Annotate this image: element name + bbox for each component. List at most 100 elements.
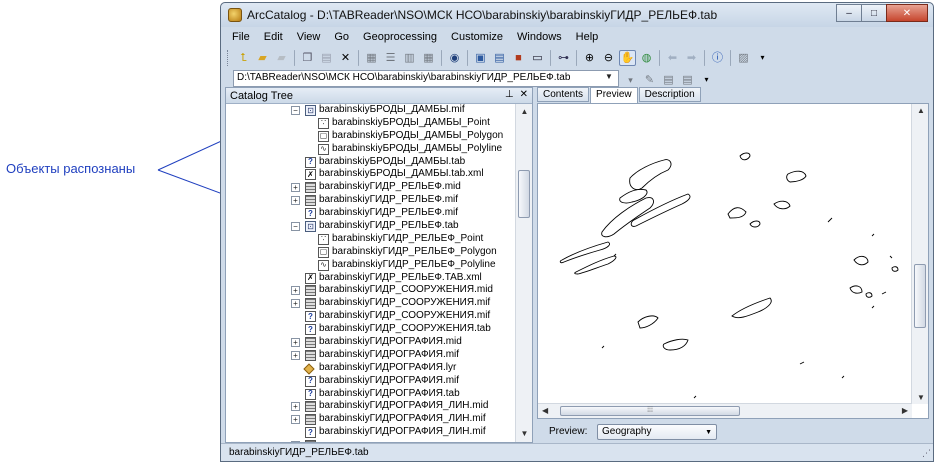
full-extent-icon[interactable]: ◍ [638, 50, 655, 66]
preview-horizontal-scrollbar[interactable]: ◀ ⁞⁞⁞ ▶ [538, 403, 912, 418]
expand-icon[interactable]: + [291, 183, 300, 193]
preview-vertical-scrollbar[interactable]: ▲ ▼ [911, 104, 928, 404]
expand-icon[interactable]: + [291, 350, 300, 360]
forward-icon[interactable]: ➡ [683, 50, 700, 66]
thumbnails-icon[interactable]: ▦ [420, 50, 437, 66]
tree-item[interactable]: ∿ barabinskiyГИДР_РЕЛЬЕФ_Polyline [226, 259, 516, 272]
tree-item[interactable]: barabinskiyГИДРОГРАФИЯ.lyr [226, 362, 516, 375]
menu-edit[interactable]: Edit [257, 31, 290, 43]
close-pane-icon[interactable]: ✕ [520, 89, 528, 100]
zoom-out-icon[interactable]: ⊖ [600, 50, 617, 66]
search-window-icon[interactable]: ▤ [491, 50, 508, 66]
tree-item[interactable]: ∿ barabinskiyБРОДЫ_ДАМБЫ_Polyline [226, 143, 516, 156]
auto-hide-pin-icon[interactable]: ⊥ [505, 89, 514, 100]
preview-mode-select[interactable]: Geography ▼ [597, 424, 717, 440]
tree-item[interactable]: ✗ barabinskiyГИДР_РЕЛЬЕФ.TAB.xml [226, 272, 516, 285]
maximize-button[interactable]: □ [861, 4, 887, 22]
large-icons-icon[interactable]: ▦ [363, 50, 380, 66]
list-icon[interactable]: ☰ [382, 50, 399, 66]
expand-icon[interactable]: + [291, 415, 300, 425]
tree-item[interactable]: ? barabinskiyБРОДЫ_ДАМБЫ.tab [226, 156, 516, 169]
tree-item[interactable]: ✗ barabinskiyБРОДЫ_ДАМБЫ.tab.xml [226, 168, 516, 181]
tab-description[interactable]: Description [638, 87, 701, 102]
catalog-tree-vertical-scrollbar[interactable]: ▲ ▼ [515, 104, 532, 442]
details-icon[interactable]: ▥ [401, 50, 418, 66]
zoom-in-icon[interactable]: ⊕ [581, 50, 598, 66]
toolbar-grip[interactable] [227, 50, 230, 66]
launch-arcmap-icon[interactable]: ◉ [446, 50, 463, 66]
geography-toolbar-icon[interactable]: ▾ [622, 72, 639, 88]
resize-grip-icon[interactable]: ⋰ [922, 448, 931, 459]
tree-item[interactable]: + barabinskiyГИДР_СООРУЖЕНИЯ.mid [226, 284, 516, 297]
menu-geoprocessing[interactable]: Geoprocessing [356, 31, 444, 43]
expand-icon[interactable]: + [291, 441, 300, 442]
menu-file[interactable]: File [225, 31, 257, 43]
menu-view[interactable]: View [290, 31, 328, 43]
scroll-up-icon[interactable]: ▲ [516, 104, 533, 120]
menu-go[interactable]: Go [327, 31, 356, 43]
tree-item[interactable]: ? barabinskiyГИДР_РЕЛЬЕФ.mif [226, 207, 516, 220]
back-icon[interactable]: ⬅ [664, 50, 681, 66]
expand-icon[interactable]: + [291, 299, 300, 309]
metadata-import-icon[interactable]: ▤ [660, 72, 677, 88]
close-button[interactable]: ✕ [886, 4, 928, 22]
scroll-right-icon[interactable]: ▶ [902, 406, 908, 415]
scroll-thumb[interactable]: ⁞⁞⁞ [560, 406, 740, 416]
tree-item[interactable]: ? barabinskiyГИДРОГРАФИЯ.tab [226, 388, 516, 401]
tree-item[interactable]: − ⊡ barabinskiyГИДР_РЕЛЬЕФ.tab [226, 220, 516, 233]
location-dropdown-icon[interactable]: ▼ [605, 72, 613, 81]
catalog-window-icon[interactable]: ▣ [472, 50, 489, 66]
expand-icon[interactable]: + [291, 196, 300, 206]
connect-folder-icon[interactable]: ▰ [254, 50, 271, 66]
metadata-toolbar-options-icon[interactable]: ▾ [698, 72, 715, 88]
tree-item[interactable]: + barabinskiyГИДР_РЕЛЬЕФ.mid [226, 181, 516, 194]
menu-customize[interactable]: Customize [444, 31, 510, 43]
tree-item[interactable]: ? barabinskiyГИДРОГРАФИЯ.mif [226, 375, 516, 388]
model-builder-icon[interactable]: ⊶ [555, 50, 572, 66]
tree-item[interactable]: + barabinskiyГИДРОГРАФИЯ_ЛИН.mif [226, 413, 516, 426]
toolbar-options-icon[interactable]: ▾ [754, 50, 771, 66]
python-window-icon[interactable]: ▭ [529, 50, 546, 66]
scroll-down-icon[interactable]: ▼ [917, 393, 925, 402]
up-one-level-icon[interactable]: ⮤ [235, 50, 252, 66]
create-thumbnail-icon[interactable]: ▨ [735, 50, 752, 66]
copy-icon[interactable]: ❐ [299, 50, 316, 66]
tree-item[interactable]: ? barabinskiyГИДР_СООРУЖЕНИЯ.tab [226, 323, 516, 336]
expand-icon[interactable]: + [291, 402, 300, 412]
pan-icon[interactable]: ✋ [619, 50, 636, 66]
identify-icon[interactable]: ⓘ [709, 50, 726, 66]
tree-item[interactable]: + barabinskiyГИДРОГРАФИЯ.mid [226, 336, 516, 349]
menu-windows[interactable]: Windows [510, 31, 569, 43]
collapse-icon[interactable]: − [291, 222, 300, 232]
scroll-thumb[interactable] [914, 264, 926, 328]
geography-preview-map[interactable] [542, 108, 904, 404]
expand-icon[interactable]: + [291, 286, 300, 296]
tab-preview[interactable]: Preview [590, 87, 638, 104]
expand-icon[interactable]: + [291, 338, 300, 348]
delete-icon[interactable]: ✕ [337, 50, 354, 66]
tree-item[interactable]: ? barabinskiyГИДР_СООРУЖЕНИЯ.mif [226, 310, 516, 323]
location-field[interactable]: D:\TABReader\NSO\МСК НСО\barabinskiy\bar… [233, 70, 619, 87]
tree-item[interactable]: ∵ barabinskiyБРОДЫ_ДАМБЫ_Point [226, 117, 516, 130]
metadata-export-icon[interactable]: ▤ [679, 72, 696, 88]
paste-icon[interactable]: ▤ [318, 50, 335, 66]
preview-area[interactable]: ▲ ▼ ◀ ⁞⁞⁞ ▶ [537, 103, 929, 419]
collapse-icon[interactable]: − [291, 106, 300, 115]
tree-item[interactable]: ∵ barabinskiyГИДР_РЕЛЬЕФ_Point [226, 233, 516, 246]
minimize-button[interactable]: ‒ [836, 4, 862, 22]
tree-item[interactable]: + barabinskiyГИДР_РЕЛЬЕФ.mif [226, 194, 516, 207]
metadata-edit-icon[interactable]: ✎ [641, 72, 658, 88]
title-bar[interactable]: ArcCatalog - D:\TABReader\NSO\МСК НСО\ba… [221, 3, 933, 27]
tree-item[interactable]: + barabinskiyГИДР_СООРУЖЕНИЯ.mif [226, 297, 516, 310]
tree-item[interactable]: + barabinskiyГИДРОГРАФИЯ_ЛИН.mid [226, 400, 516, 413]
arctoolbox-icon[interactable]: ■ [510, 50, 527, 66]
menu-help[interactable]: Help [569, 31, 606, 43]
disconnect-folder-icon[interactable]: ▰ [273, 50, 290, 66]
scroll-up-icon[interactable]: ▲ [917, 106, 925, 115]
tree-item[interactable]: ▢ barabinskiyБРОДЫ_ДАМБЫ_Polygon [226, 130, 516, 143]
tab-contents[interactable]: Contents [537, 87, 590, 102]
tree-item[interactable]: + barabinskiyГИДРОГРАФИЯ.mif [226, 349, 516, 362]
scroll-down-icon[interactable]: ▼ [516, 426, 533, 442]
tree-item[interactable]: ▢ barabinskiyГИДР_РЕЛЬЕФ_Polygon [226, 246, 516, 259]
tree-item[interactable]: − ⊡ barabinskiyБРОДЫ_ДАМБЫ.mif [226, 104, 516, 117]
